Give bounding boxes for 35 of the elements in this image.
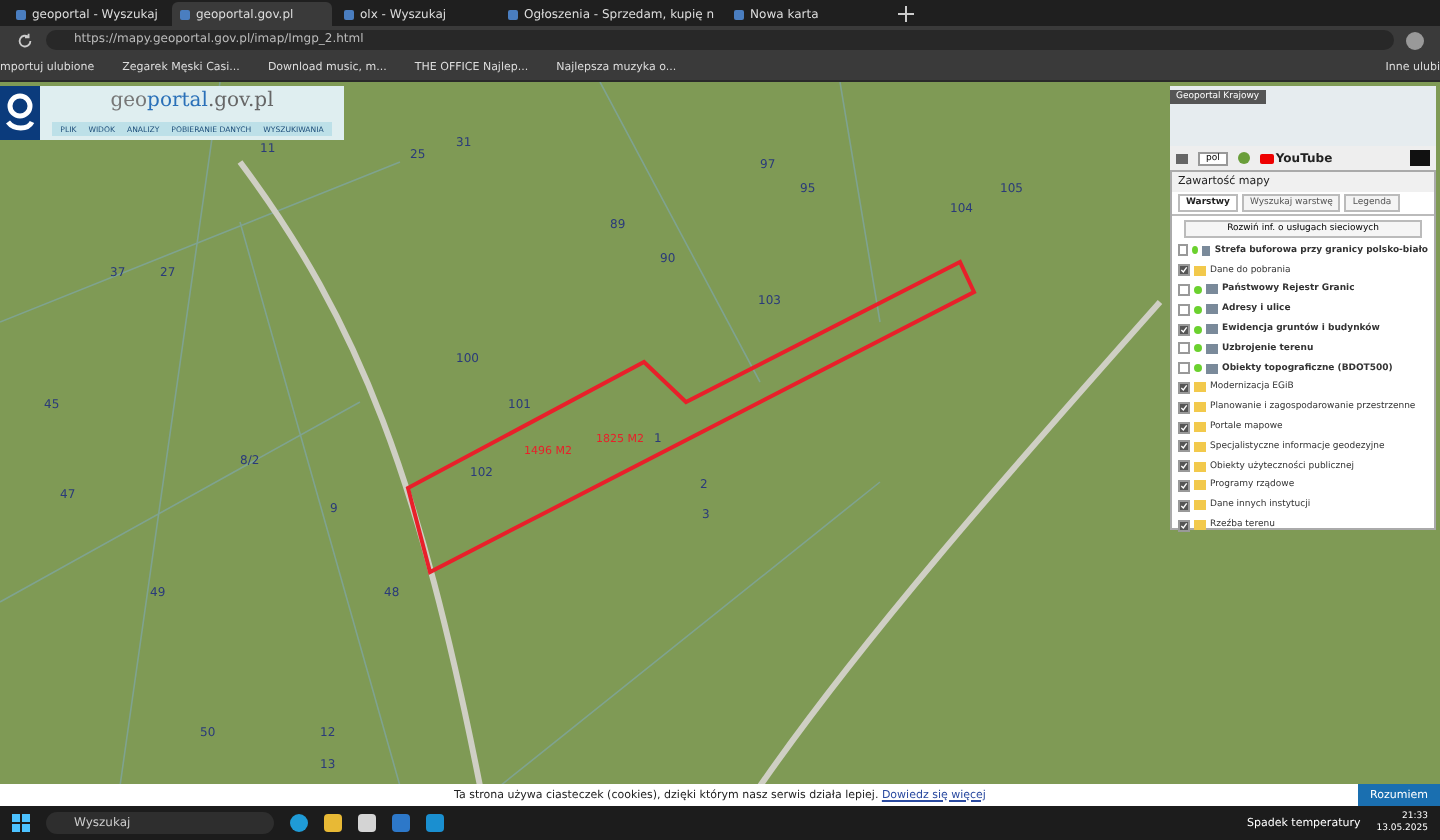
- page-icon: [344, 9, 354, 19]
- page-icon: [180, 9, 190, 19]
- layer-checkbox[interactable]: [1178, 460, 1190, 473]
- layer-checkbox[interactable]: [1178, 479, 1190, 492]
- map-service-icon: [1201, 245, 1211, 256]
- layer-checkbox[interactable]: [1178, 519, 1190, 532]
- status-dot: [1191, 246, 1198, 255]
- status-dot: [1194, 305, 1202, 314]
- layer-checkbox[interactable]: [1178, 244, 1188, 257]
- layer-checkbox[interactable]: [1178, 323, 1190, 336]
- status-dot: [1194, 364, 1202, 373]
- reload-icon[interactable]: [16, 31, 34, 49]
- layer-checkbox[interactable]: [1178, 283, 1190, 296]
- app-icon[interactable]: [426, 814, 444, 832]
- layer-checkbox[interactable]: [1178, 303, 1190, 316]
- site-title: geoportal.gov.pl: [110, 90, 274, 112]
- page-icon: [16, 9, 26, 19]
- status-dot: [1194, 344, 1202, 353]
- layer-checkbox[interactable]: [1178, 401, 1190, 414]
- aerial-map[interactable]: [0, 82, 1440, 784]
- layer-checkbox[interactable]: [1178, 499, 1190, 512]
- layer-checkbox[interactable]: [1178, 342, 1190, 355]
- folder-icon: [1194, 265, 1206, 276]
- profile-avatar[interactable]: [1406, 31, 1424, 49]
- layer-checkbox[interactable]: [1178, 362, 1190, 375]
- geoportal-logo-icon: [0, 86, 40, 140]
- page-icon: [734, 9, 745, 19]
- start-icon[interactable]: [12, 814, 30, 832]
- page-icon: [508, 9, 518, 19]
- layer-checkbox[interactable]: [1178, 264, 1190, 277]
- layer-checkbox[interactable]: [1178, 440, 1190, 453]
- status-dot: [1194, 285, 1202, 294]
- layer-checkbox[interactable]: [1178, 381, 1190, 394]
- layer-checkbox[interactable]: [1178, 421, 1190, 434]
- status-dot: [1194, 325, 1202, 334]
